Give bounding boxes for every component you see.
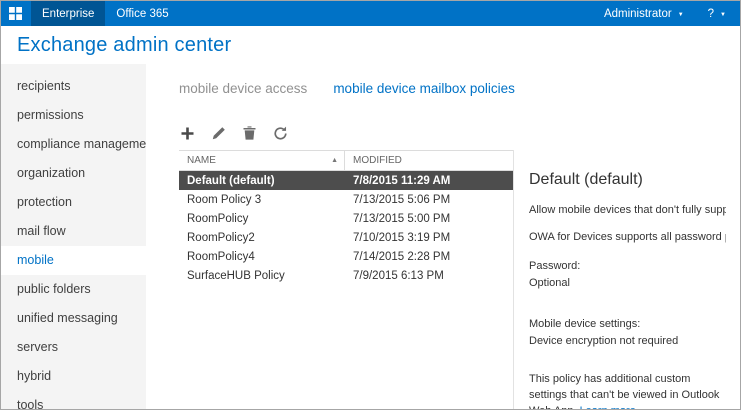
add-icon[interactable] <box>179 125 196 142</box>
user-menu[interactable]: Administrator ▼ <box>604 8 684 20</box>
chevron-down-icon: ▼ <box>678 12 684 18</box>
policy-list-pane: NAME ▲ MODIFIED Default (default) 7/8/20… <box>179 116 513 409</box>
list-toolbar <box>179 116 513 150</box>
policy-name-cell: RoomPolicy2 <box>179 232 345 244</box>
sidebar-item-tools[interactable]: tools <box>1 391 146 409</box>
device-settings: Mobile device settings: Device encryptio… <box>529 316 726 350</box>
policy-rows: Default (default) 7/8/2015 11:29 AM Room… <box>179 171 513 409</box>
edit-icon[interactable] <box>210 125 227 142</box>
custom-settings-note-text: This policy has additional custom settin… <box>529 373 719 409</box>
policy-name-cell: Default (default) <box>179 175 345 187</box>
policy-name-cell: RoomPolicy4 <box>179 251 345 263</box>
policy-name-cell: RoomPolicy <box>179 213 345 225</box>
table-row[interactable]: Default (default) 7/8/2015 11:29 AM <box>179 171 513 190</box>
table-row[interactable]: RoomPolicy 7/13/2015 5:00 PM <box>179 209 513 228</box>
device-settings-value: Device encryption not required <box>529 333 726 350</box>
column-header-name[interactable]: NAME ▲ <box>179 151 345 170</box>
table-header: NAME ▲ MODIFIED <box>179 150 513 171</box>
chevron-down-icon: ▼ <box>720 12 726 18</box>
table-row[interactable]: Room Policy 3 7/13/2015 5:06 PM <box>179 190 513 209</box>
policy-modified-cell: 7/13/2015 5:00 PM <box>345 213 513 225</box>
password-value: Optional <box>529 275 726 292</box>
table-row[interactable]: SurfaceHUB Policy 7/9/2015 6:13 PM <box>179 266 513 285</box>
details-owa-text: OWA for Devices supports all password po… <box>529 231 726 243</box>
policy-name-cell: SurfaceHUB Policy <box>179 270 345 282</box>
policy-modified-cell: 7/10/2015 3:19 PM <box>345 232 513 244</box>
sidebar-nav: recipients permissions compliance manage… <box>1 64 146 409</box>
user-menu-label: Administrator <box>604 8 672 20</box>
page-title: Exchange admin center <box>17 34 231 57</box>
device-settings-label: Mobile device settings: <box>529 316 726 333</box>
details-pane: Default (default) Allow mobile devices t… <box>513 150 740 409</box>
tab-mobile-device-mailbox-policies[interactable]: mobile device mailbox policies <box>333 81 515 116</box>
help-menu-label: ? <box>708 8 714 20</box>
password-label: Password: <box>529 258 726 275</box>
sidebar-item-recipients[interactable]: recipients <box>1 72 146 101</box>
sidebar-item-public-folders[interactable]: public folders <box>1 275 146 304</box>
table-row[interactable]: RoomPolicy4 7/14/2015 2:28 PM <box>179 247 513 266</box>
sidebar-item-servers[interactable]: servers <box>1 333 146 362</box>
policy-modified-cell: 7/8/2015 11:29 AM <box>345 175 513 187</box>
tab-office-365[interactable]: Office 365 <box>105 1 179 26</box>
sidebar-item-mobile[interactable]: mobile <box>1 246 146 275</box>
page-body: recipients permissions compliance manage… <box>1 64 740 409</box>
password-setting: Password: Optional <box>529 258 726 292</box>
sort-asc-icon: ▲ <box>331 157 338 164</box>
column-name-label: NAME <box>187 155 216 166</box>
tab-mobile-device-access[interactable]: mobile device access <box>179 81 307 116</box>
policy-modified-cell: 7/9/2015 6:13 PM <box>345 270 513 282</box>
top-bar-right: Administrator ▼ ? ▼ <box>604 1 740 26</box>
column-header-modified[interactable]: MODIFIED <box>345 155 513 166</box>
page-header: Exchange admin center <box>1 26 740 64</box>
details-title: Default (default) <box>529 171 726 189</box>
main-area: mobile device access mobile device mailb… <box>146 64 740 409</box>
policy-modified-cell: 7/13/2015 5:06 PM <box>345 194 513 206</box>
top-bar: Enterprise Office 365 Administrator ▼ ? … <box>1 1 740 26</box>
exchange-admin-center-window: Enterprise Office 365 Administrator ▼ ? … <box>0 0 741 410</box>
sidebar-item-unified-messaging[interactable]: unified messaging <box>1 304 146 333</box>
help-menu[interactable]: ? ▼ <box>708 8 726 20</box>
table-row[interactable]: RoomPolicy2 7/10/2015 3:19 PM <box>179 228 513 247</box>
office-logo-icon[interactable] <box>1 1 31 26</box>
refresh-icon[interactable] <box>272 125 289 142</box>
sidebar-item-protection[interactable]: protection <box>1 188 146 217</box>
details-intro-text: Allow mobile devices that don't fully su… <box>529 204 726 216</box>
top-bar-left: Enterprise Office 365 <box>1 1 180 26</box>
policy-modified-cell: 7/14/2015 2:28 PM <box>345 251 513 263</box>
learn-more-link[interactable]: Learn more <box>580 405 636 409</box>
policy-name-cell: Room Policy 3 <box>179 194 345 206</box>
sidebar-item-hybrid[interactable]: hybrid <box>1 362 146 391</box>
sidebar-item-mail-flow[interactable]: mail flow <box>1 217 146 246</box>
work-area: NAME ▲ MODIFIED Default (default) 7/8/20… <box>146 116 740 409</box>
delete-icon[interactable] <box>241 125 258 142</box>
tab-enterprise[interactable]: Enterprise <box>31 1 105 26</box>
section-tabs: mobile device access mobile device mailb… <box>146 64 740 116</box>
sidebar-item-compliance-management[interactable]: compliance management <box>1 130 146 159</box>
sidebar-item-permissions[interactable]: permissions <box>1 101 146 130</box>
custom-settings-note: This policy has additional custom settin… <box>529 372 726 409</box>
sidebar-item-organization[interactable]: organization <box>1 159 146 188</box>
